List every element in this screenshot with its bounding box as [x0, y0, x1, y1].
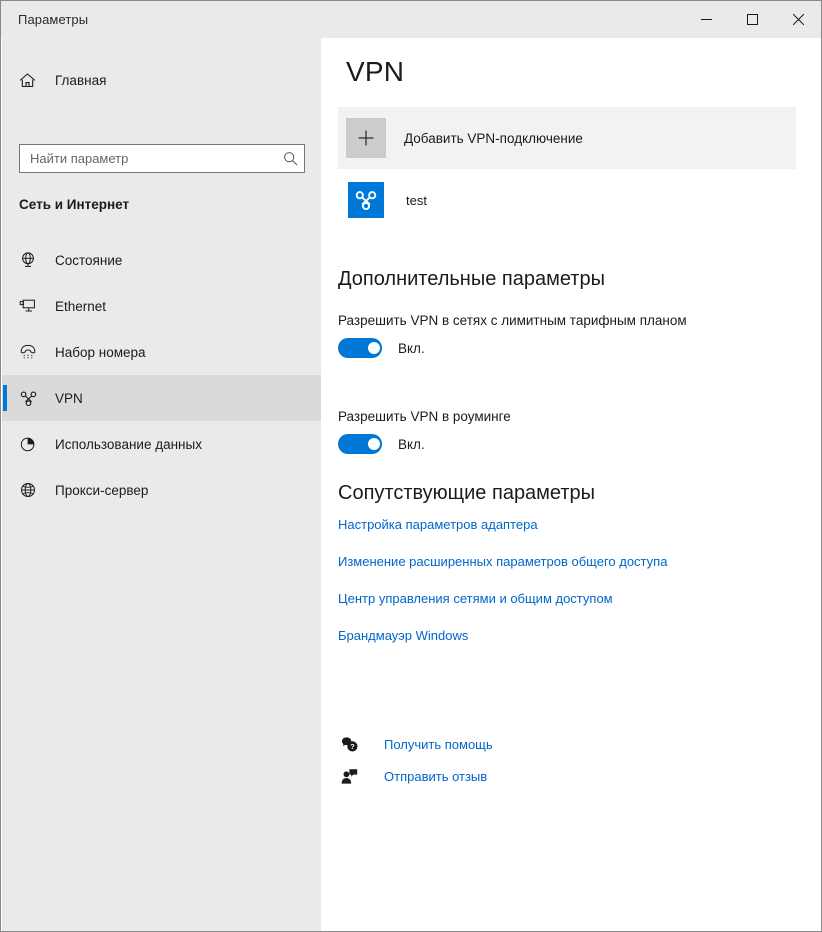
minimize-icon: [700, 19, 712, 20]
send-feedback-label: Отправить отзыв: [384, 768, 488, 784]
minimize-button[interactable]: [683, 1, 729, 38]
close-button[interactable]: [775, 1, 821, 38]
sidebar-item-proxy[interactable]: Прокси-сервер: [2, 467, 321, 513]
search-button[interactable]: [276, 145, 304, 172]
get-help-label: Получить помощь: [384, 736, 493, 752]
vpn-knot-icon: [19, 389, 45, 408]
window-title: Параметры: [18, 12, 89, 27]
link-network-sharing-center[interactable]: Центр управления сетями и общим доступом: [338, 591, 613, 606]
window-controls: [683, 1, 821, 38]
sidebar: Главная Сеть и Интернет: [2, 38, 321, 931]
title-bar[interactable]: Параметры: [1, 1, 821, 38]
advanced-settings-heading: Дополнительные параметры: [338, 268, 605, 290]
search-box[interactable]: [19, 144, 305, 173]
search-input[interactable]: [20, 145, 276, 172]
globe-icon: [19, 481, 45, 499]
search-icon: [283, 152, 297, 166]
pie-chart-icon: [19, 435, 45, 453]
send-feedback-row[interactable]: Отправить отзыв: [338, 760, 487, 792]
sidebar-section-heading: Сеть и Интернет: [19, 197, 130, 212]
ethernet-icon: [19, 297, 45, 315]
link-sharing-options[interactable]: Изменение расширенных параметров общего …: [338, 554, 667, 569]
link-adapter-options[interactable]: Настройка параметров адаптера: [338, 517, 538, 532]
vpn-connection-item[interactable]: test: [338, 175, 796, 225]
vpn-connection-name: test: [406, 192, 427, 208]
page-title: VPN: [346, 56, 405, 87]
home-icon: [19, 72, 45, 89]
sidebar-item-vpn[interactable]: VPN: [2, 375, 321, 421]
related-settings-heading: Сопутствующие параметры: [338, 482, 596, 504]
vpn-knot-icon: [348, 182, 384, 218]
maximize-button[interactable]: [729, 1, 775, 38]
toggle-roaming: Разрешить VPN в роуминге Вкл.: [338, 409, 511, 454]
sidebar-item-data-usage-label: Использование данных: [55, 436, 202, 452]
toggle-roaming-state: Вкл.: [398, 436, 425, 452]
toggle-knob: [368, 342, 380, 354]
network-status-icon: [19, 251, 45, 269]
toggle-metered-networks-caption: Разрешить VPN в сетях с лимитным тарифны…: [338, 313, 687, 328]
toggle-metered-networks-line: Вкл.: [338, 338, 687, 358]
get-help-row[interactable]: ? Получить помощь: [338, 728, 493, 760]
sidebar-item-proxy-label: Прокси-сервер: [55, 482, 149, 498]
sidebar-item-home-label: Главная: [55, 72, 107, 88]
dial-up-phone-icon: [19, 343, 45, 361]
related-settings-links: Настройка параметров адаптера Изменение …: [338, 517, 798, 665]
feedback-person-icon: [338, 768, 360, 785]
sidebar-item-vpn-label: VPN: [55, 390, 83, 406]
toggle-roaming-line: Вкл.: [338, 434, 511, 454]
sidebar-item-status-label: Состояние: [55, 252, 123, 268]
sidebar-item-status[interactable]: Состояние: [2, 237, 321, 283]
toggle-roaming-caption: Разрешить VPN в роуминге: [338, 409, 511, 424]
svg-text:?: ?: [350, 742, 354, 751]
sidebar-item-dialup-label: Набор номера: [55, 344, 146, 360]
toggle-metered-networks: Разрешить VPN в сетях с лимитным тарифны…: [338, 313, 687, 358]
link-windows-firewall[interactable]: Брандмауэр Windows: [338, 628, 468, 643]
help-links: ? Получить помощь Отправить отзыв: [338, 728, 493, 792]
help-bubble-icon: ?: [338, 736, 360, 753]
sidebar-item-data-usage[interactable]: Использование данных: [2, 421, 321, 467]
sidebar-item-ethernet[interactable]: Ethernet: [2, 283, 321, 329]
maximize-icon: [746, 14, 758, 25]
toggle-knob: [368, 438, 380, 450]
add-vpn-connection-label: Добавить VPN-подключение: [404, 130, 583, 146]
sidebar-item-home[interactable]: Главная: [2, 60, 321, 100]
main-content: VPN Добавить VPN-подключение test Дополн…: [321, 38, 821, 931]
sidebar-item-dialup[interactable]: Набор номера: [2, 329, 321, 375]
settings-window: Параметры Главная Найти параметр Сеть и …: [0, 0, 822, 932]
plus-icon[interactable]: [346, 118, 386, 158]
close-icon: [792, 14, 804, 25]
add-vpn-connection-row[interactable]: Добавить VPN-подключение: [338, 107, 796, 169]
toggle-metered-networks-state: Вкл.: [398, 340, 425, 356]
sidebar-item-ethernet-label: Ethernet: [55, 298, 107, 314]
toggle-roaming-switch[interactable]: [338, 434, 382, 454]
sidebar-nav-list: Состояние Ethernet Набор номера VPN Испо…: [2, 237, 321, 513]
toggle-metered-networks-switch[interactable]: [338, 338, 382, 358]
